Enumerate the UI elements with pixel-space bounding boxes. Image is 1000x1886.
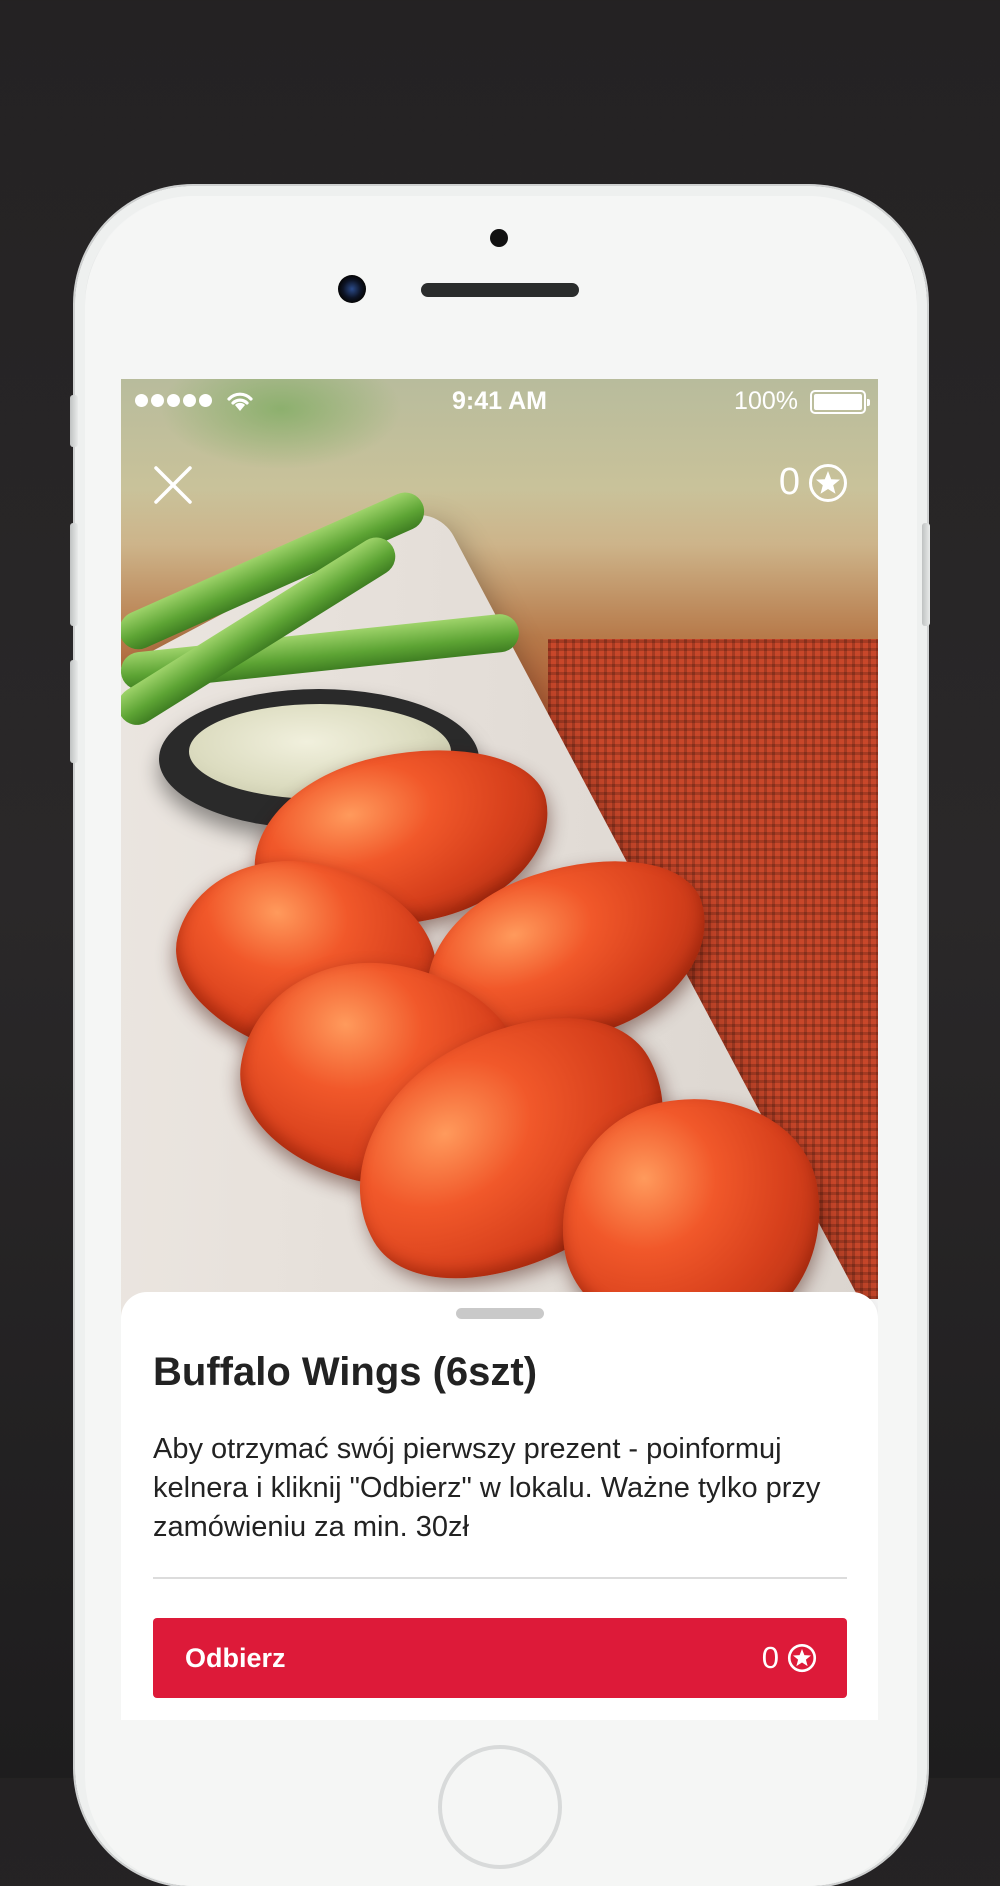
item-photo (121, 379, 878, 1720)
sheet-drag-handle[interactable] (456, 1308, 544, 1319)
front-camera (338, 275, 366, 303)
item-detail-sheet: Buffalo Wings (6szt) Aby otrzymać swój p… (121, 1292, 878, 1720)
points-balance: 0 (779, 461, 848, 504)
claim-points-value: 0 (761, 1640, 779, 1675)
close-icon (154, 466, 192, 504)
close-button[interactable] (151, 463, 195, 507)
volume-down-button (70, 660, 78, 763)
star-circle-icon (809, 463, 847, 502)
home-button (438, 1745, 562, 1869)
earpiece-speaker (421, 283, 579, 297)
star-circle-icon (787, 1643, 817, 1673)
item-description: Aby otrzymać swój pierwszy prezent - poi… (153, 1433, 821, 1543)
front-sensor (490, 229, 508, 247)
power-button (922, 523, 930, 626)
mute-switch (70, 395, 78, 447)
claim-button-label: Odbierz (185, 1642, 286, 1673)
points-value: 0 (778, 461, 800, 503)
claim-button-points: 0 (762, 1640, 817, 1676)
app-screen: 9:41 AM 100% 0 Buffalo Wings (6szt) Aby … (121, 379, 878, 1720)
battery-icon (810, 390, 870, 414)
volume-up-button (70, 523, 78, 626)
divider (153, 1577, 847, 1579)
status-bar: 9:41 AM 100% (121, 379, 878, 425)
claim-button[interactable]: Odbierz 0 (153, 1618, 847, 1698)
item-title: Buffalo Wings (6szt) (153, 1350, 538, 1394)
battery-percentage: 100% (734, 387, 798, 415)
